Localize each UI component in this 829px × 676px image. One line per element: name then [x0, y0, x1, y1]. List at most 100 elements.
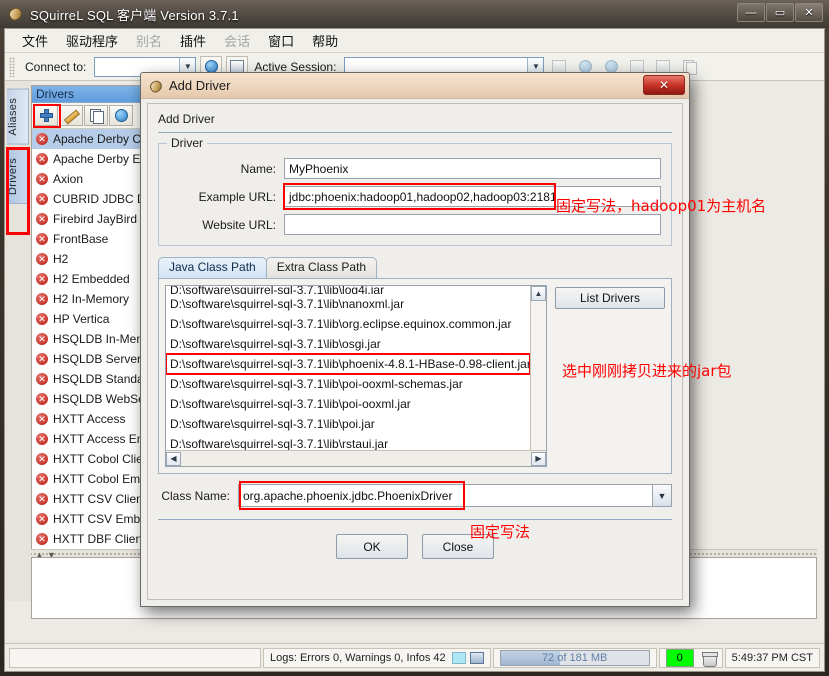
close-dialog-button[interactable]: Close — [422, 534, 494, 559]
driver-not-loaded-icon: ✕ — [36, 513, 48, 525]
classpath-list[interactable]: D:\software\squirrel-sql-3.7.1\lib\log4j… — [166, 286, 530, 466]
driver-not-loaded-icon: ✕ — [36, 393, 48, 405]
dialog-acorn-icon — [148, 78, 164, 94]
menu-file[interactable]: 文件 — [13, 29, 57, 53]
class-name-label: Class Name: — [161, 488, 230, 503]
menu-window[interactable]: 窗口 — [259, 29, 303, 53]
maximize-button[interactable]: ▭ — [766, 3, 794, 22]
classpath-horizontal-scrollbar[interactable]: ◀ ▶ — [166, 450, 546, 466]
plus-icon — [39, 109, 53, 122]
application-window: SQuirreL SQL 客户端 Version 3.7.1 — ▭ ✕ 文件 … — [0, 0, 829, 676]
ok-button[interactable]: OK — [336, 534, 408, 559]
log-status-text: Logs: Errors 0, Warnings 0, Infos 42 — [269, 651, 446, 664]
clock-text: 5:49:37 PM CST — [731, 651, 813, 664]
dialog-title: Add Driver — [169, 78, 231, 93]
status-bar: Logs: Errors 0, Warnings 0, Infos 42 72 … — [5, 643, 824, 671]
minimize-button[interactable]: — — [737, 3, 765, 22]
title-bar: SQuirreL SQL 客户端 Version 3.7.1 — ▭ ✕ — [0, 0, 829, 28]
monitor-icon[interactable] — [469, 651, 484, 664]
trash-icon[interactable] — [701, 651, 718, 667]
status-message-cell — [9, 647, 261, 668]
name-input[interactable]: MyPhoenix — [284, 158, 661, 179]
driver-not-loaded-icon: ✕ — [36, 353, 48, 365]
classpath-row[interactable]: D:\software\squirrel-sql-3.7.1\lib\nanox… — [166, 294, 530, 314]
driver-not-loaded-icon: ✕ — [36, 333, 48, 345]
add-driver-button[interactable] — [34, 105, 58, 126]
tab-java-class-path[interactable]: Java Class Path — [158, 257, 267, 278]
driver-list-item-label: FrontBase — [53, 232, 109, 246]
connect-to-label: Connect to: — [25, 59, 87, 74]
driver-not-loaded-icon: ✕ — [36, 433, 48, 445]
driver-not-loaded-icon: ✕ — [36, 293, 48, 305]
name-field-row: Name: MyPhoenix — [169, 158, 661, 179]
classpath-row[interactable]: D:\software\squirrel-sql-3.7.1\lib\poi-o… — [166, 374, 530, 394]
close-button[interactable]: ✕ — [795, 3, 823, 22]
classpath-tab-strip: Java Class Path Extra Class Path — [158, 256, 672, 278]
driver-group-box: Driver Name: MyPhoenix Example URL: jdbc… — [158, 136, 672, 246]
class-name-combo[interactable]: org.apache.phoenix.jdbc.PhoenixDriver ▼ — [238, 484, 672, 507]
memory-cell[interactable]: 72 of 181 MB — [492, 647, 657, 668]
list-drivers-button[interactable]: List Drivers — [555, 287, 665, 309]
driver-not-loaded-icon: ✕ — [36, 153, 48, 165]
example-url-input[interactable]: jdbc:phoenix:hadoop01,hadoop02,hadoop03:… — [284, 186, 661, 207]
memory-usage-text: 72 of 181 MB — [541, 651, 608, 664]
example-url-input-value: jdbc:phoenix:hadoop01,hadoop02,hadoop03:… — [289, 189, 557, 204]
website-url-input[interactable] — [284, 214, 661, 235]
copy-icon — [89, 109, 104, 124]
classpath-row[interactable]: D:\software\squirrel-sql-3.7.1\lib\osgi.… — [166, 334, 530, 354]
cp-scroll-left-icon[interactable]: ◀ — [166, 451, 181, 466]
edit-driver-button[interactable] — [59, 105, 83, 126]
driver-not-loaded-icon: ✕ — [36, 233, 48, 245]
app-acorn-icon — [6, 5, 25, 23]
classpath-row-clipped-top[interactable]: D:\software\squirrel-sql-3.7.1\lib\log4j… — [166, 286, 530, 294]
example-url-field-row: Example URL: jdbc:phoenix:hadoop01,hadoo… — [169, 183, 661, 210]
dialog-heading: Add Driver — [158, 112, 215, 126]
copy-driver-button[interactable] — [84, 105, 108, 126]
classpath-vertical-scrollbar[interactable]: ▲ ▼ — [530, 286, 546, 466]
menu-drivers[interactable]: 驱动程序 — [57, 29, 127, 53]
driver-not-loaded-icon: ✕ — [36, 533, 48, 545]
driver-list-item-label: Axion — [53, 172, 84, 186]
dialog-body: Add Driver Driver Name: MyPhoenix Exampl… — [147, 103, 683, 600]
errors-cell[interactable]: 0 — [658, 647, 723, 668]
driver-not-loaded-icon: ✕ — [36, 413, 48, 425]
dialog-close-button[interactable]: ✕ — [643, 75, 685, 95]
menu-aliases[interactable]: 别名 — [127, 29, 171, 53]
tab-extra-class-path[interactable]: Extra Class Path — [265, 257, 378, 278]
scroll-up-icon[interactable]: ▲ — [531, 286, 546, 301]
cp-scroll-right-icon[interactable]: ▶ — [531, 451, 546, 466]
website-url-field-row: Website URL: — [169, 214, 661, 235]
menu-session[interactable]: 会话 — [215, 29, 259, 53]
memory-usage-bar: 72 of 181 MB — [499, 649, 650, 666]
toolbar-grip[interactable] — [9, 56, 15, 77]
log-window-icon[interactable] — [451, 651, 466, 664]
vertical-tab-aliases[interactable]: Aliases — [7, 89, 29, 145]
driver-list-item-label: HXTT Access — [53, 412, 126, 426]
name-input-value: MyPhoenix — [289, 161, 349, 176]
website-url-label: Website URL: — [202, 217, 276, 232]
classpath-row[interactable]: D:\software\squirrel-sql-3.7.1\lib\poi-o… — [166, 394, 530, 414]
menu-plugins[interactable]: 插件 — [171, 29, 215, 53]
class-name-value: org.apache.phoenix.jdbc.PhoenixDriver — [243, 488, 453, 503]
error-count-badge[interactable]: 0 — [665, 648, 694, 667]
classpath-panel: D:\software\squirrel-sql-3.7.1\lib\log4j… — [158, 278, 672, 474]
classpath-row[interactable]: D:\software\squirrel-sql-3.7.1\lib\org.e… — [166, 314, 530, 334]
driver-not-loaded-icon: ✕ — [36, 193, 48, 205]
driver-list-item-label: H2 — [53, 252, 69, 266]
driver-list-item-label: HSQLDB Server — [53, 352, 142, 366]
dialog-buttons: OK Close — [158, 534, 672, 559]
driver-list-item-label: HXTT Cobol Client — [53, 452, 153, 466]
buttons-divider — [158, 519, 672, 520]
driver-website-button[interactable] — [109, 105, 133, 126]
chevron-down-icon-3[interactable]: ▼ — [652, 485, 671, 506]
driver-not-loaded-icon: ✕ — [36, 133, 48, 145]
window-controls: — ▭ ✕ — [737, 3, 823, 22]
driver-not-loaded-icon: ✕ — [36, 253, 48, 265]
vertical-tab-drivers[interactable]: Drivers — [7, 148, 29, 204]
example-url-label: Example URL: — [198, 189, 276, 204]
log-status-cell[interactable]: Logs: Errors 0, Warnings 0, Infos 42 — [262, 647, 491, 668]
classpath-row[interactable]: D:\software\squirrel-sql-3.7.1\lib\phoen… — [166, 354, 530, 374]
classpath-vscroll-track[interactable] — [531, 301, 546, 451]
classpath-row[interactable]: D:\software\squirrel-sql-3.7.1\lib\poi.j… — [166, 414, 530, 434]
menu-help[interactable]: 帮助 — [303, 29, 347, 53]
